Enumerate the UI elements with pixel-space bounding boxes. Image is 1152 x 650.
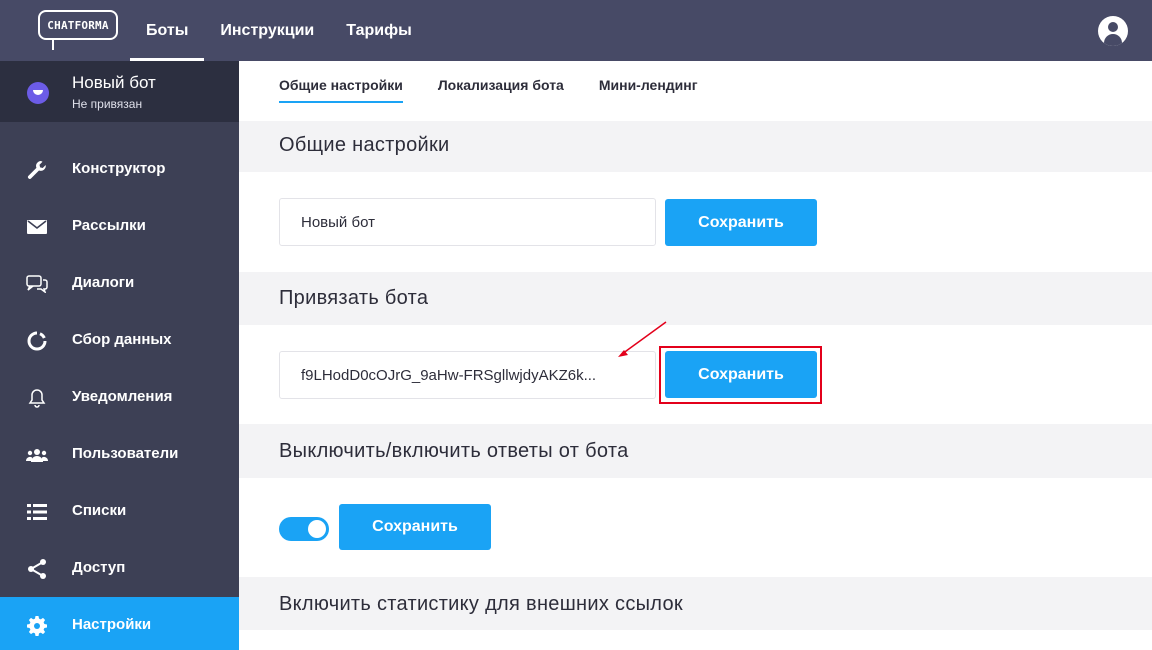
sidebar-item-label: Сбор данных — [72, 331, 172, 348]
ring-icon — [26, 330, 48, 352]
save-bot-name-button[interactable]: Сохранить — [665, 199, 817, 246]
settings-tabs: Общие настройки Локализация бота Мини-ле… — [279, 61, 733, 121]
nav-bots[interactable]: Боты — [130, 0, 205, 61]
sidebar-item-data-collection[interactable]: Сбор данных — [0, 312, 239, 369]
sidebar-item-label: Уведомления — [72, 388, 173, 405]
sidebar-item-label: Списки — [72, 502, 127, 519]
sidebar-item-label: Диалоги — [72, 274, 135, 291]
share-icon — [26, 558, 48, 580]
bot-chat-icon — [27, 82, 49, 104]
chat-bubbles-icon — [26, 273, 48, 295]
list-icon — [26, 501, 48, 523]
sidebar-menu: Конструктор Рассылки Диалоги Сбор данных… — [0, 141, 239, 650]
tab-bot-localization[interactable]: Локализация бота — [438, 61, 564, 103]
sidebar-item-settings[interactable]: Настройки — [0, 597, 239, 650]
bot-header[interactable]: Новый бот Не привязан — [0, 61, 239, 122]
bot-token-input[interactable]: f9LHodD0cOJrG_9aHw-FRSgllwjdyAKZ6k... — [279, 351, 656, 399]
section-header-stats: Включить статистику для внешних ссылок — [239, 577, 1152, 630]
save-toggle-button[interactable]: Сохранить — [339, 504, 491, 550]
bot-replies-toggle[interactable] — [279, 517, 329, 541]
main-nav: Боты Инструкции Тарифы — [130, 0, 428, 61]
sidebar-item-label: Конструктор — [72, 160, 166, 177]
section-title: Включить статистику для внешних ссылок — [279, 593, 683, 615]
profile-head — [1108, 22, 1118, 32]
logo-text: CHATFORMA — [38, 10, 118, 40]
sidebar-item-lists[interactable]: Списки — [0, 483, 239, 540]
profile-body — [1104, 34, 1122, 46]
toggle-knob — [308, 520, 326, 538]
gear-icon — [26, 615, 48, 637]
section-title: Общие настройки — [279, 134, 450, 156]
section-header-general: Общие настройки — [239, 121, 1152, 172]
chatforma-logo[interactable]: CHATFORMA — [38, 10, 118, 52]
section-header-toggle: Выключить/включить ответы от бота — [239, 424, 1152, 478]
bot-status: Не привязан — [72, 97, 143, 111]
bell-icon — [26, 387, 48, 409]
section-header-bind: Привязать бота — [239, 272, 1152, 325]
top-navbar: CHATFORMA Боты Инструкции Тарифы — [0, 0, 1152, 61]
users-icon — [26, 444, 48, 466]
tab-general-settings[interactable]: Общие настройки — [279, 61, 403, 103]
bot-name: Новый бот — [72, 73, 156, 92]
annotation-arrow — [618, 321, 667, 357]
section-title: Привязать бота — [279, 287, 429, 309]
sidebar-item-access[interactable]: Доступ — [0, 540, 239, 597]
sidebar-item-dialogs[interactable]: Диалоги — [0, 255, 239, 312]
section-title: Выключить/включить ответы от бота — [279, 440, 629, 462]
sidebar-item-notifications[interactable]: Уведомления — [0, 369, 239, 426]
user-circle-icon[interactable] — [1098, 16, 1128, 46]
sidebar-item-label: Доступ — [72, 559, 126, 576]
sidebar: Новый бот Не привязан Конструктор Рассыл… — [0, 61, 239, 650]
envelope-icon — [26, 216, 48, 238]
wrench-icon — [26, 159, 48, 181]
sidebar-item-mailings[interactable]: Рассылки — [0, 198, 239, 255]
tab-mini-landing[interactable]: Мини-лендинг — [599, 61, 698, 103]
bot-name-input[interactable]: Новый бот — [279, 198, 656, 246]
sidebar-item-constructor[interactable]: Конструктор — [0, 141, 239, 198]
sidebar-item-label: Пользователи — [72, 445, 179, 462]
sidebar-item-label: Настройки — [72, 616, 152, 633]
nav-instructions[interactable]: Инструкции — [204, 0, 330, 61]
sidebar-item-label: Рассылки — [72, 217, 146, 234]
nav-tariffs[interactable]: Тарифы — [330, 0, 428, 61]
annotation-highlight-box — [659, 346, 822, 404]
sidebar-item-users[interactable]: Пользователи — [0, 426, 239, 483]
